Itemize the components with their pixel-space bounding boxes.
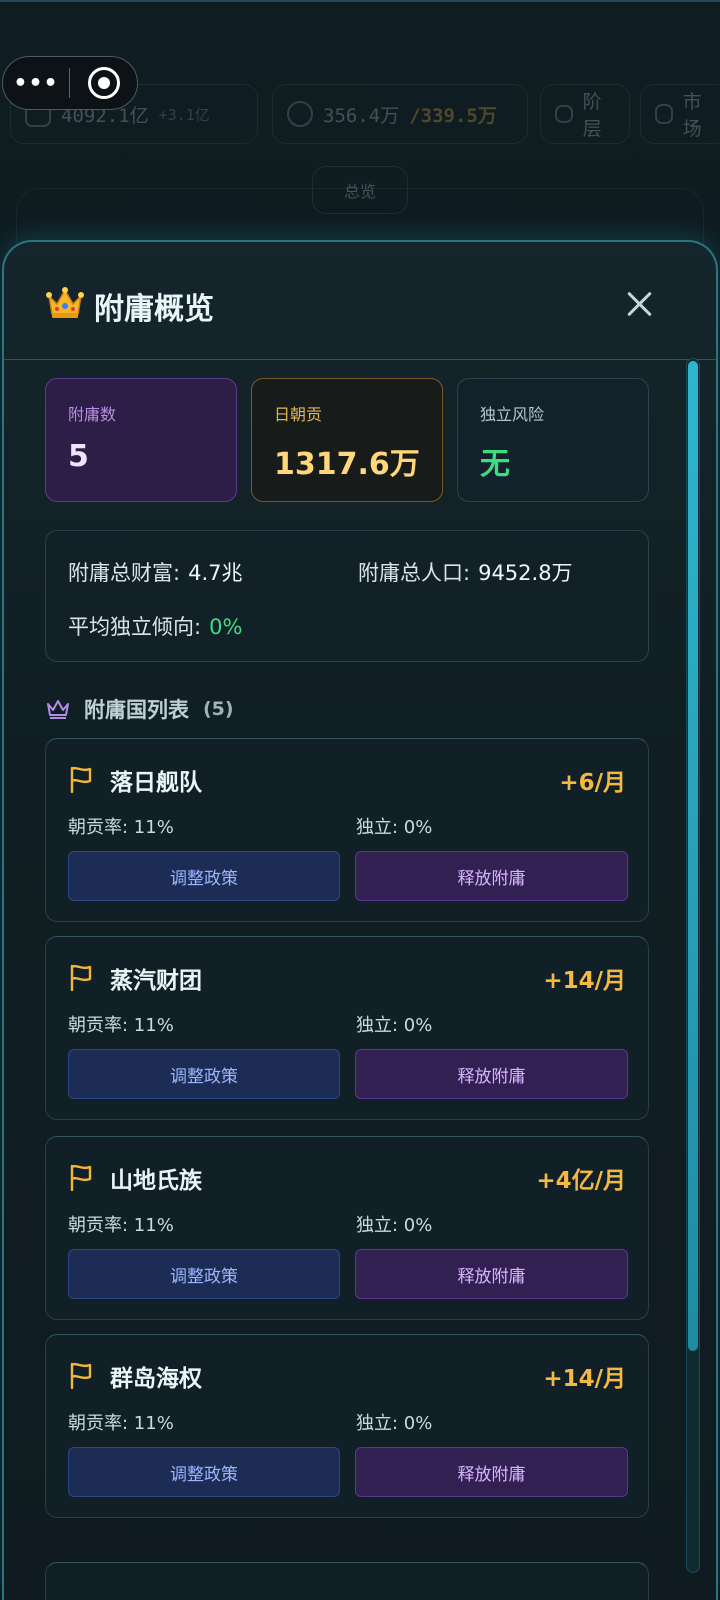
vassal-list-count: (5): [203, 698, 234, 720]
bg-population-pill: 356.4万 /339.5万: [272, 84, 528, 144]
total-population-value: 9452.8万: [478, 561, 573, 585]
vassal-summary-box: 附庸总财富: 4.7兆 附庸总人口: 9452.8万 平均独立倾向: 0%: [45, 530, 649, 662]
stat-card-vassal-count: 附庸数 5: [45, 378, 237, 502]
scrollbar-thumb[interactable]: [688, 361, 698, 1351]
adjust-policy-button[interactable]: 调整政策: [68, 1249, 340, 1299]
flag-icon: [70, 766, 92, 793]
avg-independence-label: 平均独立倾向:: [68, 615, 202, 639]
stat-value: 1317.6万: [274, 447, 420, 482]
crown-outline-icon: [47, 700, 69, 719]
stat-value: 无: [480, 447, 510, 482]
flag-icon: [70, 1362, 92, 1389]
vassal-list-header: 附庸国列表 (5): [46, 694, 234, 724]
vassal-tribute: +14/月: [543, 968, 626, 994]
target-icon: [87, 67, 120, 99]
vassal-tribute: +4亿/月: [536, 1168, 626, 1194]
bg-population-extra: /339.5万: [409, 104, 497, 127]
avg-independence-value: 0%: [209, 615, 243, 639]
avg-independence: 平均独立倾向: 0%: [68, 611, 242, 641]
vassal-tribute-rate: 朝贡率: 11%: [68, 1015, 174, 1036]
vassal-card: 落日舰队 +6/月 朝贡率: 11% 独立: 0% 调整政策 释放附庸: [45, 738, 649, 922]
vassal-tribute: +14/月: [543, 1366, 626, 1392]
vassal-independence: 独立: 0%: [356, 1413, 433, 1434]
vassal-independence: 独立: 0%: [356, 817, 433, 838]
vassal-card: 山地氏族 +4亿/月 朝贡率: 11% 独立: 0% 调整政策 释放附庸: [45, 1136, 649, 1320]
total-wealth: 附庸总财富: 4.7兆: [68, 557, 242, 587]
total-population-label: 附庸总人口:: [358, 561, 471, 585]
vassal-card: 群岛海权 +14/月 朝贡率: 11% 独立: 0% 调整政策 释放附庸: [45, 1334, 649, 1518]
vassal-tribute-rate: 朝贡率: 11%: [68, 817, 174, 838]
vassal-name: 蒸汽财团: [110, 968, 202, 994]
vassal-tribute-rate: 朝贡率: 11%: [68, 1413, 174, 1434]
stat-label: 附庸数: [68, 405, 117, 424]
bg-class-label: 阶层: [582, 91, 602, 140]
crown-icon: [555, 105, 573, 123]
vassal-tribute-rate: 朝贡率: 11%: [68, 1215, 174, 1236]
release-vassal-button[interactable]: 释放附庸: [355, 1049, 628, 1099]
vassal-independence: 独立: 0%: [356, 1015, 433, 1036]
stat-label: 日朝贡: [274, 405, 323, 424]
vassal-card-partial: [45, 1562, 649, 1600]
adjust-policy-button[interactable]: 调整政策: [68, 1049, 340, 1099]
flag-icon: [70, 1164, 92, 1191]
adjust-policy-button[interactable]: 调整政策: [68, 851, 340, 901]
flag-icon: [70, 964, 92, 991]
vassal-name: 山地氏族: [110, 1168, 202, 1194]
vassal-name: 群岛海权: [110, 1366, 202, 1392]
users-icon: [287, 101, 313, 127]
top-border: [0, 0, 720, 2]
modal-header: 附庸概览: [4, 242, 716, 360]
total-wealth-label: 附庸总财富:: [68, 561, 181, 585]
vassal-list-title: 附庸国列表: [84, 698, 189, 722]
stat-value: 5: [68, 439, 89, 474]
vassal-independence: 独立: 0%: [356, 1215, 433, 1236]
modal-title: 附庸概览: [94, 292, 214, 327]
bg-class-pill: 阶层: [540, 84, 630, 144]
bg-wealth-delta: +3.1亿: [158, 105, 210, 124]
vassal-card: 蒸汽财团 +14/月 朝贡率: 11% 独立: 0% 调整政策 释放附庸: [45, 936, 649, 1120]
close-miniprogram-button[interactable]: [70, 67, 137, 99]
total-population: 附庸总人口: 9452.8万: [358, 557, 573, 587]
bg-population-value: 356.4万: [323, 104, 400, 127]
total-wealth-value: 4.7兆: [188, 561, 243, 585]
vassal-name: 落日舰队: [110, 770, 202, 796]
release-vassal-button[interactable]: 释放附庸: [355, 851, 628, 901]
stat-card-independence-risk: 独立风险 无: [457, 378, 649, 502]
more-menu-button[interactable]: •••: [3, 71, 69, 96]
bg-market-label: 市场: [682, 91, 702, 140]
miniprogram-capsule: •••: [2, 56, 138, 110]
crown-emoji-icon: [46, 287, 84, 318]
box-icon: [655, 104, 673, 124]
vassal-overview-modal: 附庸概览 附庸数 5 日朝贡 1317.6万 独立风险 无 附庸总财富: 4.7兆…: [2, 240, 718, 1600]
stat-card-daily-tribute: 日朝贡 1317.6万: [251, 378, 443, 502]
stat-label: 独立风险: [480, 405, 545, 424]
bg-overview-tab: 总览: [312, 166, 408, 214]
vassal-tribute: +6/月: [559, 770, 626, 796]
release-vassal-button[interactable]: 释放附庸: [355, 1447, 628, 1497]
adjust-policy-button[interactable]: 调整政策: [68, 1447, 340, 1497]
release-vassal-button[interactable]: 释放附庸: [355, 1249, 628, 1299]
bg-market-pill: 市场: [640, 84, 720, 144]
scrollbar[interactable]: [686, 358, 700, 1573]
close-icon[interactable]: [626, 290, 654, 318]
